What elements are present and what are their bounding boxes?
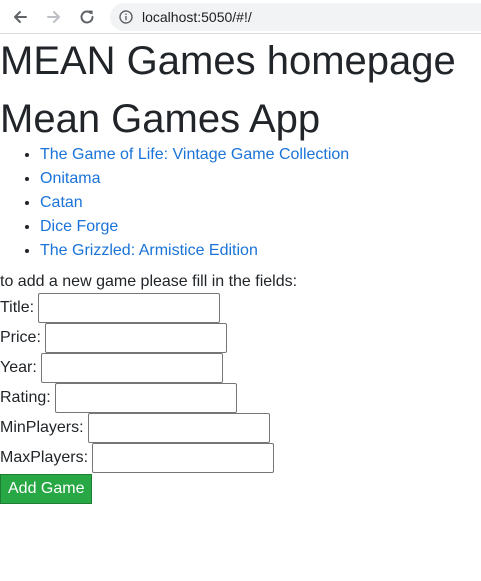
list-item: The Game of Life: Vintage Game Collectio… [40,143,481,167]
reload-button[interactable] [76,6,98,28]
forward-arrow-icon [47,11,60,23]
list-item: Catan [40,191,481,215]
rating-input[interactable] [54,383,237,413]
rating-row: Rating: [0,383,481,413]
price-input[interactable] [44,323,227,353]
list-item: Dice Forge [40,215,481,239]
min-players-label: MinPlayers: [0,419,84,436]
list-item: The Grizzled: Armistice Edition [40,239,481,263]
max-players-row: MaxPlayers: [0,443,481,473]
page-heading: MEAN Games homepage [0,39,456,83]
back-button[interactable] [9,6,31,28]
game-link[interactable]: The Grizzled: Armistice Edition [40,242,258,259]
min-players-input[interactable] [87,413,270,443]
title-label: Title: [0,299,35,316]
game-link[interactable]: The Game of Life: Vintage Game Collectio… [40,146,349,163]
add-game-form: Title: Price: Year: Rating: MinPlayers: … [0,293,481,504]
forward-button[interactable] [43,6,65,28]
form-prompt: to add a new game please fill in the fie… [0,273,298,290]
title-input[interactable] [38,293,221,323]
reload-icon [80,10,94,24]
page-content: MEAN Games homepage Mean Games App The G… [0,37,481,504]
year-label: Year: [0,359,37,376]
browser-toolbar: localhost:5050/#!/ [0,0,481,34]
game-link[interactable]: Onitama [40,170,100,187]
game-link[interactable]: Dice Forge [40,218,118,235]
min-players-row: MinPlayers: [0,413,481,443]
max-players-label: MaxPlayers: [0,449,89,466]
year-input[interactable] [40,353,223,383]
info-icon[interactable] [119,10,133,24]
add-game-button[interactable]: Add Game [0,474,93,504]
game-link[interactable]: Catan [40,194,83,211]
price-label: Price: [0,329,41,346]
price-row: Price: [0,323,481,353]
title-row: Title: [0,293,481,323]
address-bar[interactable]: localhost:5050/#!/ [110,3,481,31]
url-text[interactable]: localhost:5050/#!/ [142,9,252,25]
max-players-input[interactable] [92,443,275,473]
list-item: Onitama [40,167,481,191]
app-title: Mean Games App [0,97,321,141]
rating-label: Rating: [0,389,51,406]
year-row: Year: [0,353,481,383]
games-list: The Game of Life: Vintage Game Collectio… [0,143,481,263]
back-arrow-icon [14,11,27,23]
